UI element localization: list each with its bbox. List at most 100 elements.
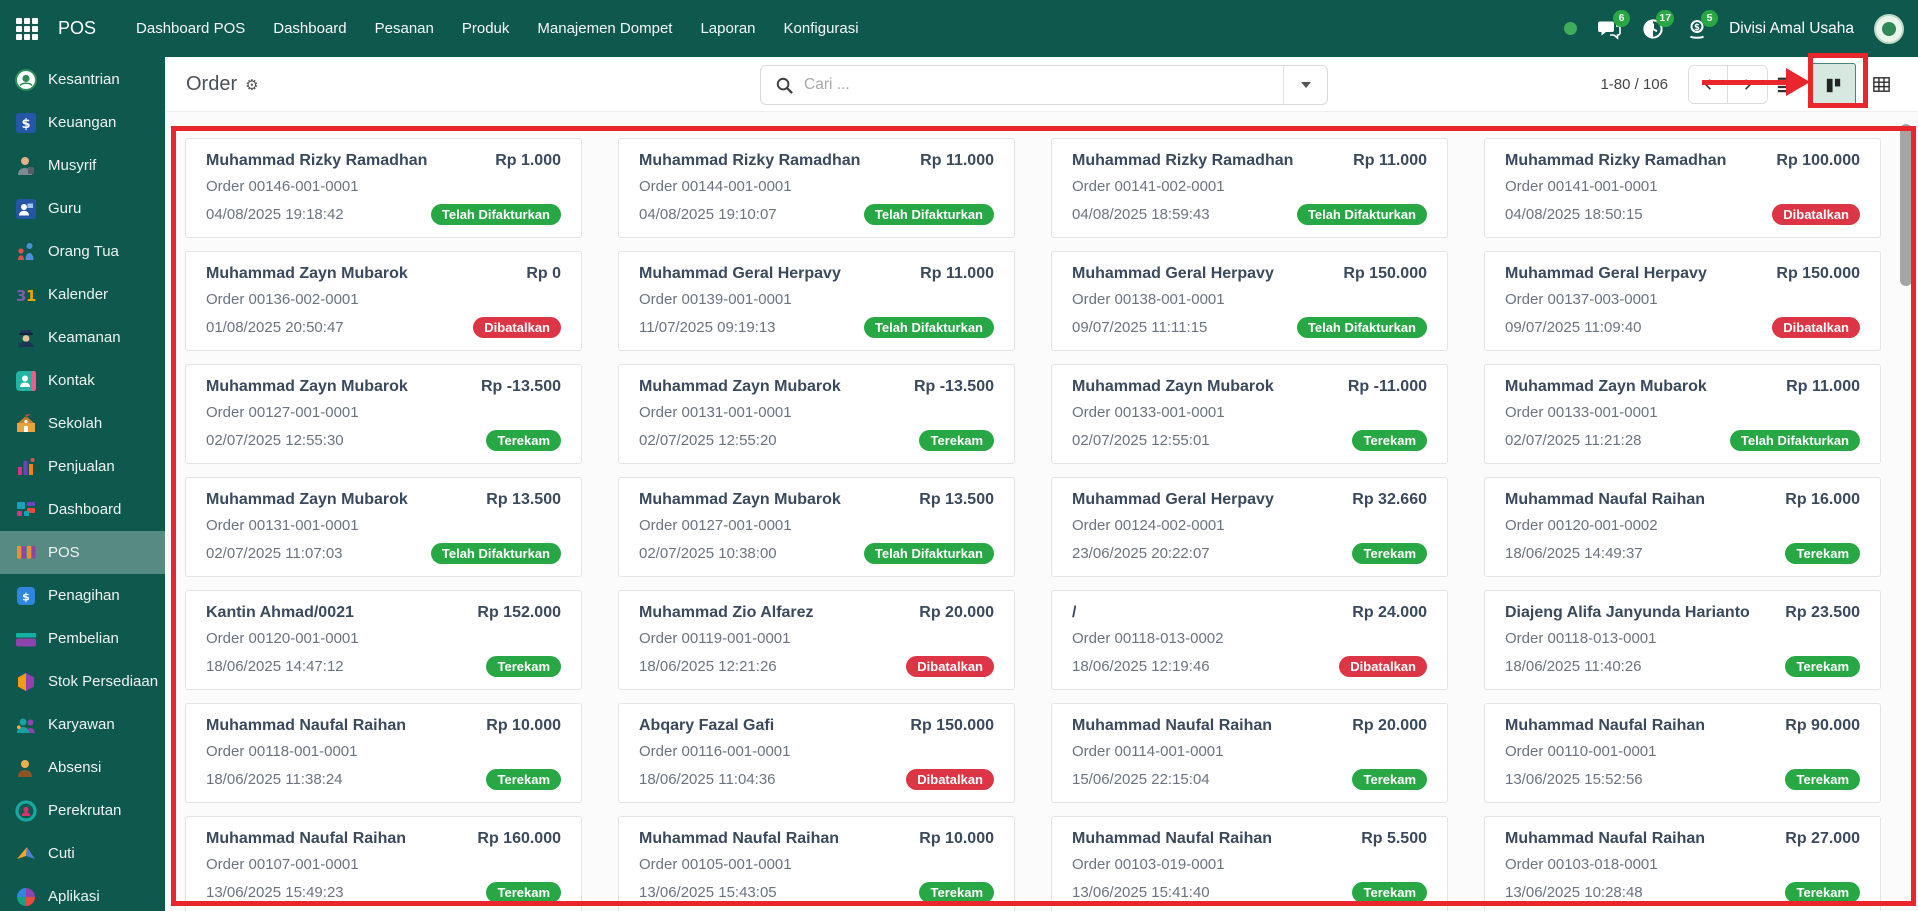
top-menu-item-pesanan[interactable]: Pesanan (361, 0, 448, 57)
order-card[interactable]: Muhammad Geral HerpavyRp 150.000Order 00… (1051, 251, 1448, 351)
order-card[interactable]: Muhammad Zayn MubarokRp 0Order 00136-002… (185, 251, 582, 351)
order-card[interactable]: Muhammad Zayn MubarokRp -11.000Order 001… (1051, 364, 1448, 464)
card-status-badge: Terekam (1785, 543, 1860, 564)
search-filter-toggle[interactable] (1283, 66, 1327, 104)
order-card[interactable]: Muhammad Zayn MubarokRp 13.500Order 0012… (618, 477, 1015, 577)
school-icon (15, 413, 37, 435)
card-customer-name: Muhammad Geral Herpavy (1505, 265, 1707, 283)
order-card[interactable]: Muhammad Naufal RaihanRp 10.000Order 001… (185, 703, 582, 803)
pager-group (1688, 65, 1768, 104)
sidebar-item-dashboard[interactable]: Dashboard (0, 488, 165, 531)
order-card[interactable]: Muhammad Geral HerpavyRp 150.000Order 00… (1484, 251, 1881, 351)
order-card[interactable]: Muhammad Naufal RaihanRp 5.500Order 0010… (1051, 816, 1448, 911)
order-card[interactable]: Muhammad Naufal RaihanRp 27.000Order 001… (1484, 816, 1881, 911)
top-menu-item-konfigurasi[interactable]: Konfigurasi (770, 0, 873, 57)
order-card[interactable]: Muhammad Geral HerpavyRp 32.660Order 001… (1051, 477, 1448, 577)
card-datetime: 18/06/2025 11:04:36 (639, 771, 776, 788)
order-card[interactable]: Muhammad Geral HerpavyRp 11.000Order 001… (618, 251, 1015, 351)
sidebar-item-kesantrian[interactable]: Kesantrian (0, 58, 165, 101)
wallet-icon[interactable]: $ 5 (1685, 17, 1709, 41)
card-status-badge: Telah Difakturkan (1730, 430, 1860, 451)
inventory-icon (15, 671, 37, 693)
card-order-number: Order 00131-001-0001 (639, 404, 994, 421)
order-cards-grid: Muhammad Rizky RamadhanRp 1.000Order 001… (185, 138, 1886, 911)
sidebar-item-aplikasi[interactable]: Aplikasi (0, 875, 165, 911)
top-menu-item-dashboard-pos[interactable]: Dashboard POS (122, 0, 259, 57)
sidebar-item-absensi[interactable]: Absensi (0, 746, 165, 789)
order-card[interactable]: Muhammad Naufal RaihanRp 16.000Order 001… (1484, 477, 1881, 577)
top-menu-item-laporan[interactable]: Laporan (686, 0, 769, 57)
card-status-badge: Dibatalkan (1339, 656, 1427, 677)
top-menu-item-dashboard[interactable]: Dashboard (259, 0, 360, 57)
sidebar-item-sekolah[interactable]: Sekolah (0, 402, 165, 445)
card-customer-name: Muhammad Zayn Mubarok (1072, 378, 1274, 396)
next-page-button[interactable] (1728, 66, 1767, 103)
card-status-badge: Dibatalkan (1772, 317, 1860, 338)
gear-icon[interactable]: ⚙ (245, 76, 258, 94)
sidebar-item-pembelian[interactable]: Pembelian (0, 617, 165, 660)
card-customer-name: Kantin Ahmad/0021 (206, 604, 354, 622)
sidebar-item-keuangan[interactable]: $Keuangan (0, 101, 165, 144)
sidebar-item-stok-persediaan[interactable]: Stok Persediaan (0, 660, 165, 703)
order-card[interactable]: Muhammad Zayn MubarokRp 13.500Order 0013… (185, 477, 582, 577)
sidebar-item-penjualan[interactable]: Penjualan (0, 445, 165, 488)
order-card[interactable]: Muhammad Rizky RamadhanRp 11.000Order 00… (1051, 138, 1448, 238)
card-order-number: Order 00141-001-0001 (1505, 178, 1860, 195)
app-brand[interactable]: POS (58, 18, 96, 39)
card-customer-name: Muhammad Zayn Mubarok (206, 265, 408, 283)
order-card[interactable]: Muhammad Zayn MubarokRp -13.500Order 001… (618, 364, 1015, 464)
search-input[interactable] (804, 76, 1283, 94)
order-card[interactable]: Muhammad Zayn MubarokRp 11.000Order 0013… (1484, 364, 1881, 464)
sidebar-item-kalender[interactable]: 31Kalender (0, 273, 165, 316)
pivot-view-button[interactable] (1862, 66, 1900, 103)
sidebar-item-cuti[interactable]: Cuti (0, 832, 165, 875)
card-order-number: Order 00137-003-0001 (1505, 291, 1860, 308)
order-card[interactable]: /Rp 24.000Order 00118-013-000218/06/2025… (1051, 590, 1448, 690)
sidebar-item-musyrif[interactable]: Musyrif (0, 144, 165, 187)
order-card[interactable]: Diajeng Alifa Janyunda HariantoRp 23.500… (1484, 590, 1881, 690)
activities-clock-icon[interactable]: 17 (1641, 17, 1665, 41)
top-menu-item-manajemen-dompet[interactable]: Manajemen Dompet (523, 0, 686, 57)
sidebar-item-pos[interactable]: POS (0, 531, 165, 574)
card-datetime: 13/06/2025 15:49:23 (206, 884, 344, 901)
card-amount: Rp 20.000 (1352, 717, 1427, 735)
sidebar-item-perekrutan[interactable]: Perekrutan (0, 789, 165, 832)
card-amount: Rp 11.000 (1786, 378, 1860, 396)
card-customer-name: Muhammad Zayn Mubarok (639, 378, 841, 396)
order-card[interactable]: Muhammad Naufal RaihanRp 160.000Order 00… (185, 816, 582, 911)
vertical-scrollbar[interactable] (1900, 124, 1912, 286)
list-view-button[interactable] (1766, 66, 1804, 103)
top-menu-item-produk[interactable]: Produk (448, 0, 524, 57)
apps-grid-icon[interactable] (16, 18, 38, 40)
sidebar-item-guru[interactable]: Guru (0, 187, 165, 230)
order-card[interactable]: Muhammad Zayn MubarokRp -13.500Order 001… (185, 364, 582, 464)
activities-count-badge: 17 (1656, 10, 1674, 27)
card-status-badge: Telah Difakturkan (864, 543, 994, 564)
order-card[interactable]: Muhammad Naufal RaihanRp 90.000Order 001… (1484, 703, 1881, 803)
card-status-badge: Dibatalkan (906, 769, 994, 790)
card-status-badge: Telah Difakturkan (864, 204, 994, 225)
list-view-icon (1775, 74, 1796, 95)
user-name[interactable]: Divisi Amal Usaha (1729, 20, 1854, 38)
messages-icon[interactable]: 6 (1597, 17, 1621, 41)
card-status-badge: Terekam (919, 430, 994, 451)
dashboard-icon (15, 499, 37, 521)
order-card[interactable]: Kantin Ahmad/0021Rp 152.000Order 00120-0… (185, 590, 582, 690)
sidebar-item-penagihan[interactable]: $Penagihan (0, 574, 165, 617)
sidebar-item-karyawan[interactable]: Karyawan (0, 703, 165, 746)
order-card[interactable]: Muhammad Rizky RamadhanRp 1.000Order 001… (185, 138, 582, 238)
order-card[interactable]: Muhammad Naufal RaihanRp 20.000Order 001… (1051, 703, 1448, 803)
card-order-number: Order 00141-002-0001 (1072, 178, 1427, 195)
order-card[interactable]: Muhammad Naufal RaihanRp 10.000Order 001… (618, 816, 1015, 911)
user-avatar[interactable] (1874, 14, 1904, 44)
order-card[interactable]: Abqary Fazal GafiRp 150.000Order 00116-0… (618, 703, 1015, 803)
prev-page-button[interactable] (1689, 66, 1728, 103)
sidebar-item-orang-tua[interactable]: Orang Tua (0, 230, 165, 273)
kanban-view-button[interactable] (1810, 63, 1856, 107)
order-card[interactable]: Muhammad Zio AlfarezRp 20.000Order 00119… (618, 590, 1015, 690)
sidebar-item-kontak[interactable]: Kontak (0, 359, 165, 402)
sidebar-item-keamanan[interactable]: Keamanan (0, 316, 165, 359)
sidebar-item-label: Dashboard (48, 501, 121, 518)
order-card[interactable]: Muhammad Rizky RamadhanRp 11.000Order 00… (618, 138, 1015, 238)
order-card[interactable]: Muhammad Rizky RamadhanRp 100.000Order 0… (1484, 138, 1881, 238)
